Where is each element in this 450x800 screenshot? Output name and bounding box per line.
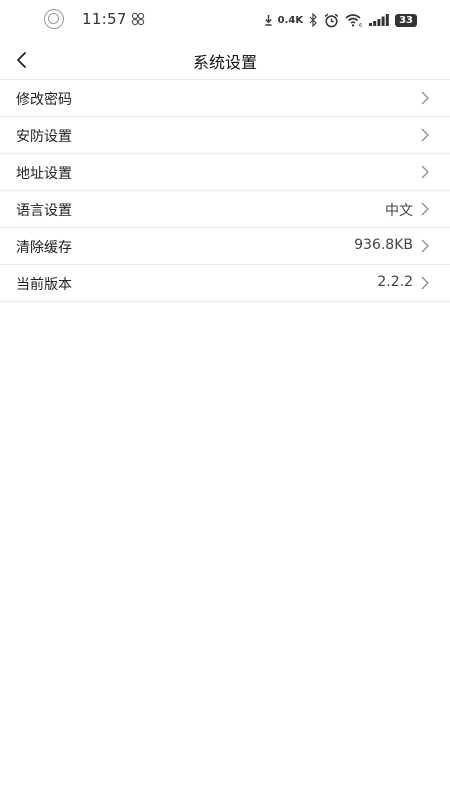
nav-bar: 系统设置 bbox=[0, 40, 450, 80]
bluetooth-icon bbox=[309, 13, 317, 27]
status-bar: 11:57 0.4K 6 33 bbox=[0, 0, 450, 40]
settings-item-version[interactable]: 当前版本 2.2.2 bbox=[0, 265, 450, 302]
settings-item-label: 当前版本 bbox=[16, 277, 72, 293]
svg-text:6: 6 bbox=[359, 23, 362, 27]
status-time: 11:57 bbox=[82, 10, 127, 28]
settings-item-value: 936.8KB bbox=[354, 237, 413, 253]
signal-icon bbox=[369, 14, 389, 26]
chevron-right-icon bbox=[421, 202, 429, 216]
settings-item-value: 2.2.2 bbox=[377, 274, 413, 290]
settings-item-label: 清除缓存 bbox=[16, 240, 72, 256]
settings-item-label: 修改密码 bbox=[16, 92, 72, 108]
download-arrow-icon bbox=[264, 14, 272, 26]
settings-item-security[interactable]: 安防设置 bbox=[0, 117, 450, 154]
settings-item-clear-cache[interactable]: 清除缓存 936.8KB bbox=[0, 228, 450, 265]
wifi-icon: 6 bbox=[345, 14, 362, 27]
chevron-right-icon bbox=[421, 239, 429, 253]
wechat-knot-icon bbox=[131, 12, 145, 26]
page-title: 系统设置 bbox=[192, 53, 257, 72]
net-speed: 0.4K bbox=[277, 14, 304, 26]
status-right-cluster: 0.4K 6 33 bbox=[264, 11, 417, 29]
chevron-right-icon bbox=[421, 128, 429, 142]
settings-item-label: 安防设置 bbox=[16, 129, 72, 145]
chevron-right-icon bbox=[421, 165, 429, 179]
alarm-icon bbox=[324, 13, 339, 27]
settings-item-label: 语言设置 bbox=[16, 203, 72, 219]
settings-item-address[interactable]: 地址设置 bbox=[0, 154, 450, 191]
settings-list: 修改密码 安防设置 地址设置 语言设置 中文 清除缓存 936.8KB 当前版本 bbox=[0, 80, 450, 302]
chevron-right-icon bbox=[421, 276, 429, 290]
notification-ring-icon bbox=[44, 9, 64, 29]
battery-icon: 33 bbox=[395, 13, 417, 27]
settings-item-label: 地址设置 bbox=[16, 166, 72, 182]
settings-item-value: 中文 bbox=[385, 203, 413, 219]
chevron-right-icon bbox=[421, 91, 429, 105]
settings-item-language[interactable]: 语言设置 中文 bbox=[0, 191, 450, 228]
settings-item-change-password[interactable]: 修改密码 bbox=[0, 80, 450, 117]
